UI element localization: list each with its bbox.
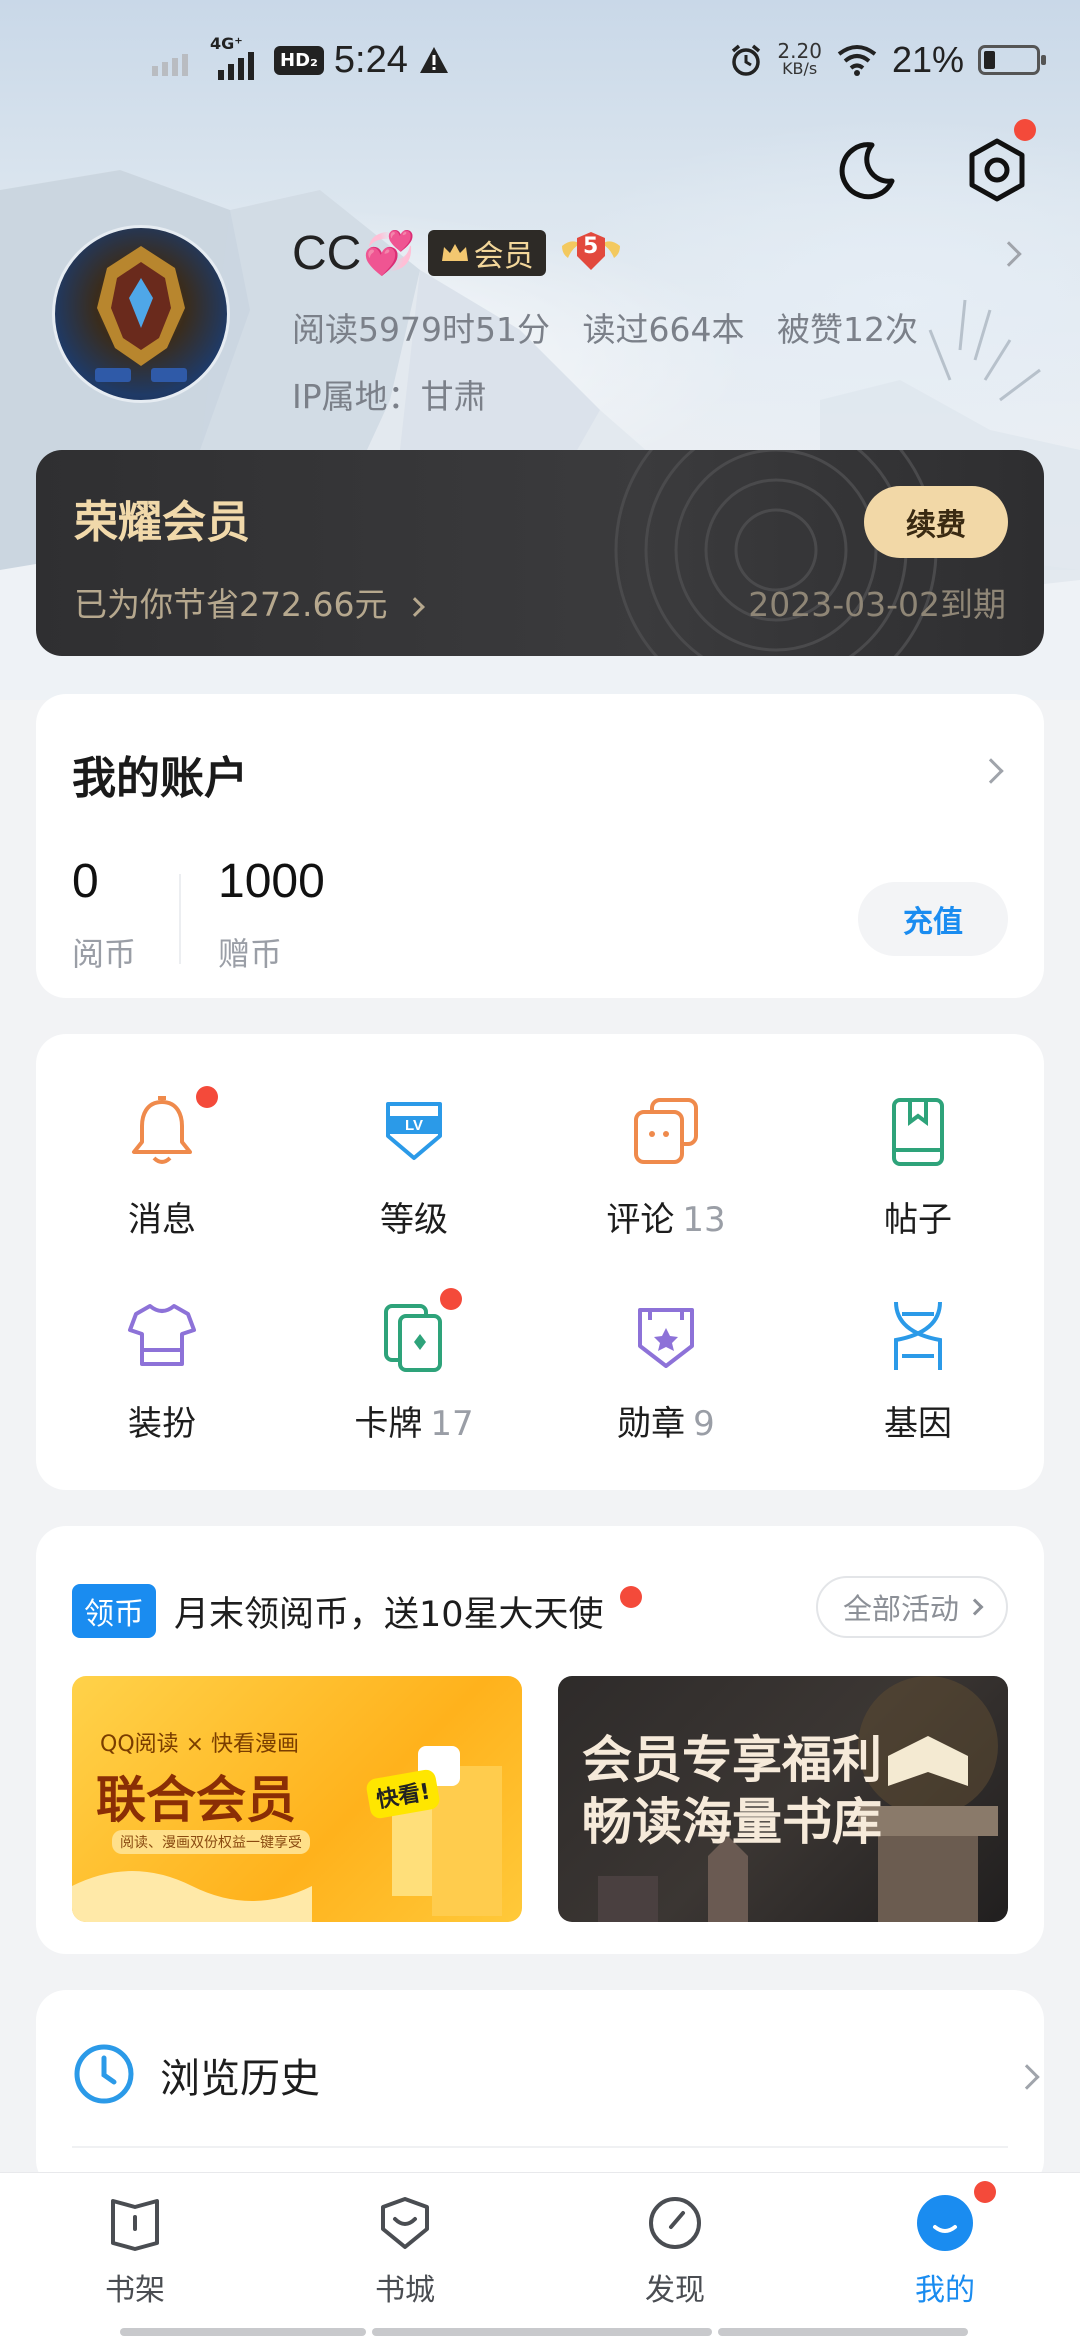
banner-left-line2: 联合会员: [96, 1771, 296, 1829]
grid-item-dressup[interactable]: 装扮: [62, 1296, 262, 1456]
grid-item-posts[interactable]: 帖子: [818, 1092, 1018, 1252]
me-notification-dot: [974, 2181, 996, 2203]
bell-icon: [132, 1096, 192, 1164]
grid-item-level[interactable]: LV 等级: [314, 1092, 514, 1252]
bottom-nav: 书架 书城 发现 我的: [0, 2172, 1080, 2340]
read-coins-value[interactable]: 0: [72, 854, 99, 909]
ip-location: IP属地：甘肃: [292, 377, 487, 416]
banner-joint-membership[interactable]: QQ阅读 × 快看漫画 联合会员 阅读、漫画双份权益一键享受 快看!: [72, 1676, 522, 1922]
grid-item-comments[interactable]: 评论 13: [566, 1092, 766, 1252]
chevron-right-icon: [405, 596, 425, 617]
banner-right-line2: 畅读海量书库: [582, 1793, 882, 1851]
level-badge[interactable]: 5: [558, 228, 624, 278]
vip-title: 荣耀会员: [74, 497, 250, 548]
medal-icon: [638, 1308, 694, 1368]
banner-vip-benefits[interactable]: 会员专享福利 畅读海量书库: [558, 1676, 1008, 1922]
history-label: 浏览历史: [160, 2056, 320, 2102]
vip-badge[interactable]: 会员: [427, 230, 546, 276]
bookstore-icon: [381, 2197, 429, 2249]
gift-coins-value[interactable]: 1000: [218, 854, 325, 909]
status-bar: 4G⁺ HD₂ 5:24 2.20 KB/s 21%: [0, 30, 1080, 90]
vip-savings-link[interactable]: 已为你节省272.66元: [74, 578, 425, 626]
comment-icon: [634, 1098, 698, 1164]
hearts-emoji: 💞: [363, 228, 416, 277]
account-divider: [179, 874, 181, 964]
battery-percent: 21%: [891, 39, 964, 80]
post-book-icon: [892, 1098, 944, 1166]
level-shield-icon: LV: [386, 1102, 442, 1160]
nav-bookshelf[interactable]: 书架: [60, 2193, 210, 2308]
read-time: 阅读5979时51分: [292, 310, 550, 349]
account-title[interactable]: 我的账户: [72, 742, 248, 806]
dna-icon: [894, 1301, 942, 1370]
battery-fill: [984, 51, 995, 69]
history-card: 浏览历史: [36, 1990, 1044, 2190]
svg-text:LV: LV: [405, 1117, 423, 1134]
gesture-bar-left: [120, 2328, 366, 2336]
profile-name-row[interactable]: CC 💞 会员 5: [292, 222, 624, 284]
banner-left-line3: 阅读、漫画双份权益一键享受: [112, 1830, 310, 1854]
nav-discover[interactable]: 发现: [600, 2193, 750, 2308]
gesture-bar-center: [372, 2328, 712, 2336]
history-divider: [72, 2146, 1008, 2148]
username: CC: [292, 226, 362, 280]
recharge-button[interactable]: 充值: [858, 882, 1008, 956]
profile-face-icon: [917, 2195, 973, 2251]
gear-icon: [969, 138, 1025, 202]
vip-card[interactable]: 荣耀会员 已为你节省272.66元 续费 2023-03-02到期: [36, 450, 1044, 656]
network-speed: 2.20 KB/s: [777, 39, 822, 78]
messages-notification-dot: [196, 1086, 218, 1108]
history-chevron-icon: [1014, 2064, 1040, 2090]
promo-card: 领币 月末领阅币，送10星大天使 全部活动 QQ阅读 × 快看漫画 联合会员 阅…: [36, 1526, 1044, 1954]
promo-text[interactable]: 月末领阅币，送10星大天使: [174, 1584, 604, 1638]
grid-item-messages[interactable]: 消息: [62, 1086, 262, 1252]
bookshelf-icon: [111, 2199, 159, 2251]
cards-notification-dot: [440, 1288, 462, 1310]
grid-item-genes[interactable]: 基因: [818, 1296, 1018, 1456]
all-activities-button[interactable]: 全部活动: [816, 1576, 1008, 1638]
chevron-right-icon: [966, 1598, 984, 1616]
warning-icon: [419, 47, 448, 73]
signal-4g-icon: 4G⁺: [210, 34, 264, 82]
feature-grid-card: 消息 LV 等级 评论 13 帖子 装扮 卡牌 17 勋章 9 基因: [36, 1034, 1044, 1490]
clock-icon: [74, 2044, 134, 2104]
settings-button[interactable]: [962, 119, 1036, 205]
compass-icon: [649, 2197, 701, 2249]
alarm-icon: [732, 44, 761, 76]
vip-expire-date: 2023-03-02到期: [748, 585, 1006, 624]
account-card: 我的账户 0 阅币 1000 赠币 充值: [36, 694, 1044, 998]
gesture-bar-right: [718, 2328, 968, 2336]
night-mode-button[interactable]: [830, 135, 900, 205]
books-read: 读过664本: [582, 310, 745, 349]
browse-history-row[interactable]: 浏览历史: [72, 1990, 1040, 2158]
status-time: 5:24: [333, 38, 408, 81]
gift-coins-label: 赠币: [218, 935, 283, 973]
reading-stats: 阅读5979时51分 读过664本 被赞12次: [292, 303, 940, 351]
read-coins-label: 阅币: [72, 935, 137, 973]
avatar-rank-emblem-icon: [95, 246, 187, 382]
banner-left-line1: QQ阅读 × 快看漫画: [100, 1732, 300, 1757]
avatar[interactable]: [52, 225, 230, 403]
grid-item-medals[interactable]: 勋章 9: [566, 1296, 766, 1456]
grid-item-cards[interactable]: 卡牌 17: [314, 1288, 514, 1456]
wifi-icon: [837, 45, 877, 76]
moon-icon: [839, 142, 895, 200]
renew-button[interactable]: 续费: [864, 486, 1008, 558]
hd-voice-badge: HD₂: [274, 45, 324, 75]
crown-icon: [441, 244, 468, 261]
promo-notification-dot: [620, 1586, 642, 1608]
promo-tag: 领币: [72, 1584, 156, 1638]
cards-icon: [384, 1304, 442, 1372]
likes-count: 被赞12次: [776, 310, 918, 349]
settings-notification-dot: [1014, 119, 1036, 141]
account-chevron-icon[interactable]: [978, 758, 1004, 784]
tshirt-icon: [128, 1304, 196, 1366]
nav-bookstore[interactable]: 书城: [330, 2193, 480, 2308]
nav-me[interactable]: 我的: [870, 2181, 1020, 2308]
signal-weak-icon: [152, 54, 188, 76]
battery-icon: [978, 45, 1046, 75]
